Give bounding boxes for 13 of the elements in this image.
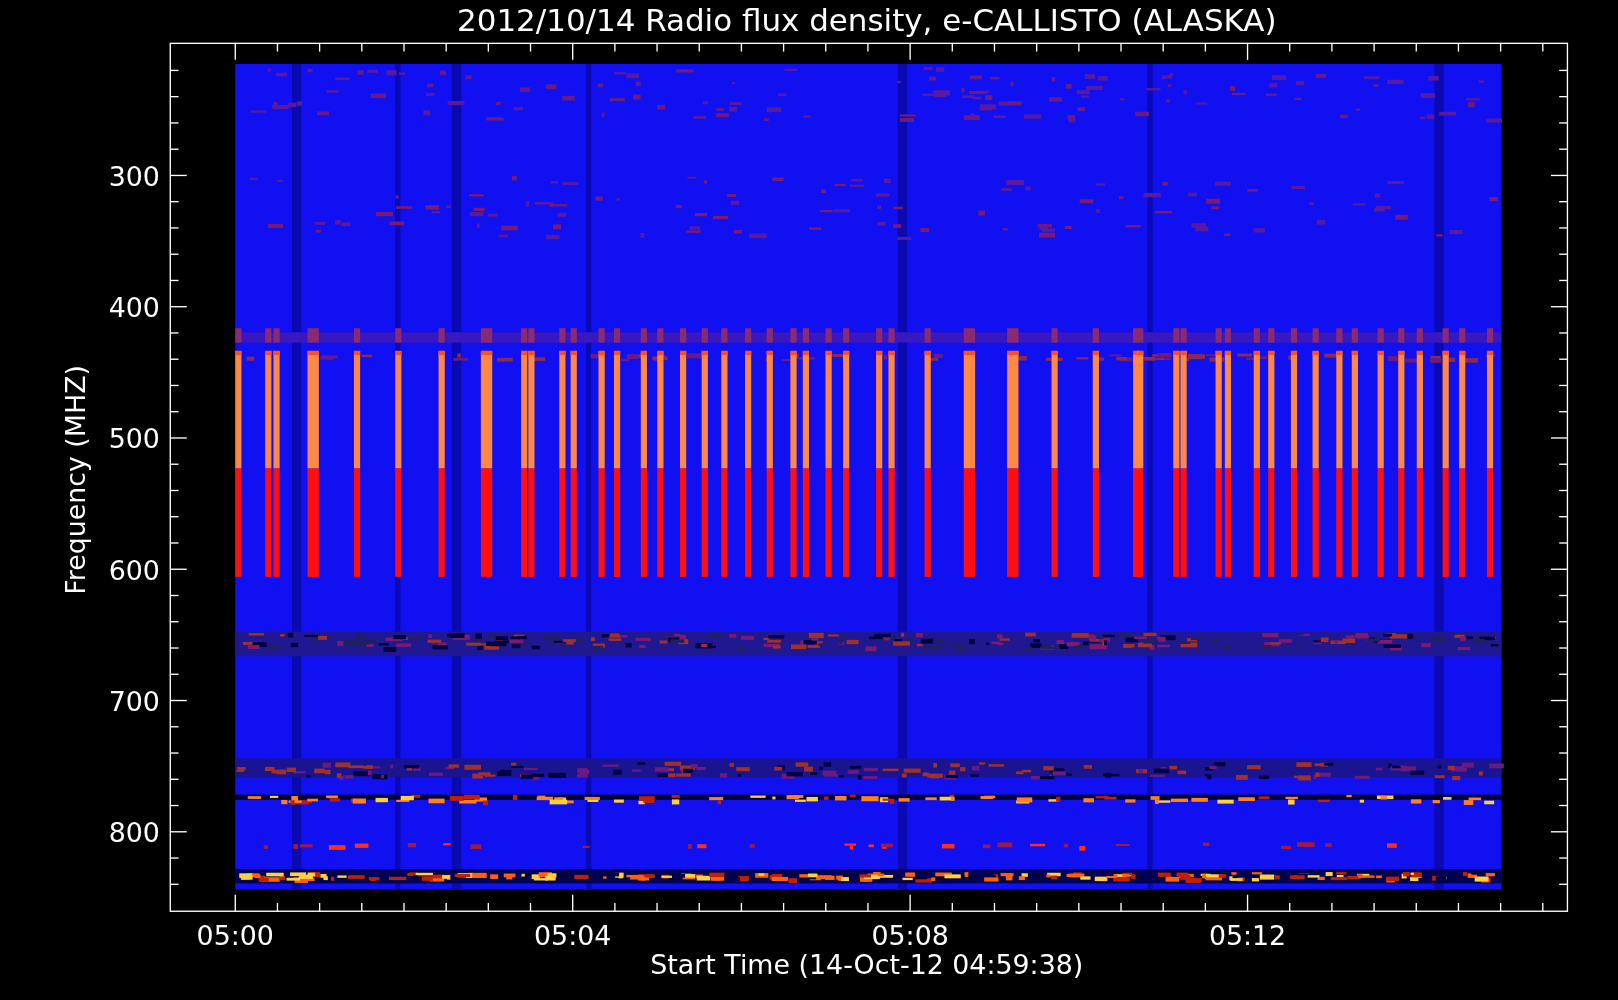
chart-title: 2012/10/14 Radio flux density, e-CALLISTO (ALASKA): [457, 1, 1277, 38]
x-tick-label: 05:08: [871, 920, 949, 952]
y-tick-label: 600: [108, 554, 160, 586]
y-tick-label: 800: [108, 817, 160, 849]
y-axis-title: Frequency (MHZ): [59, 365, 91, 595]
y-tick-label: 300: [108, 160, 160, 192]
x-tick-label: 05:04: [534, 920, 612, 952]
y-tick-label: 500: [108, 423, 160, 455]
x-tick-label: 05:12: [1208, 920, 1287, 952]
y-tick-label: 700: [108, 685, 160, 717]
y-tick-label: 400: [108, 292, 160, 324]
x-axis-title: Start Time (14-Oct-12 04:59:38): [650, 949, 1084, 981]
x-tick-label: 05:00: [196, 920, 274, 952]
